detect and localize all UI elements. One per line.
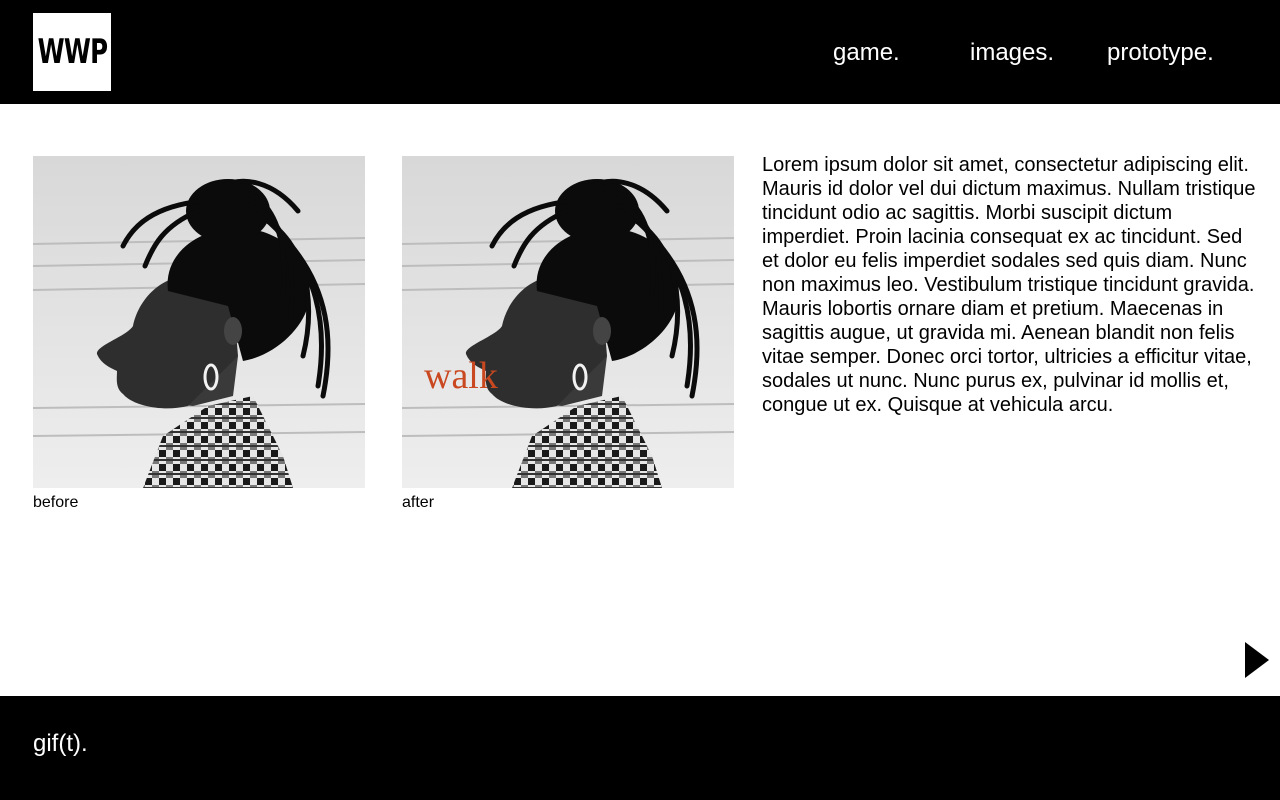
logo[interactable]: WWP: [33, 13, 111, 91]
footer-bar: gif(t).: [0, 696, 1280, 800]
footer-label: gif(t).: [33, 730, 88, 757]
figure-after: walk after: [402, 156, 734, 512]
caption-after: after: [402, 494, 435, 511]
play-triangle-icon[interactable]: [1243, 640, 1271, 680]
figure-before: before: [33, 156, 365, 512]
nav-images[interactable]: images.: [970, 38, 1054, 68]
logo-text: WWP: [37, 32, 108, 72]
header-bar: WWP game. images. prototype.: [0, 0, 1280, 104]
body-paragraph: Lorem ipsum dolor sit amet, consectetur …: [762, 154, 1256, 416]
overlay-word: walk: [424, 355, 498, 397]
portrait-image-after: walk: [402, 156, 734, 488]
caption-before: before: [33, 494, 79, 511]
nav-game[interactable]: game.: [833, 38, 900, 68]
portrait-image-before: [33, 156, 365, 488]
nav-prototype[interactable]: prototype.: [1107, 38, 1214, 68]
